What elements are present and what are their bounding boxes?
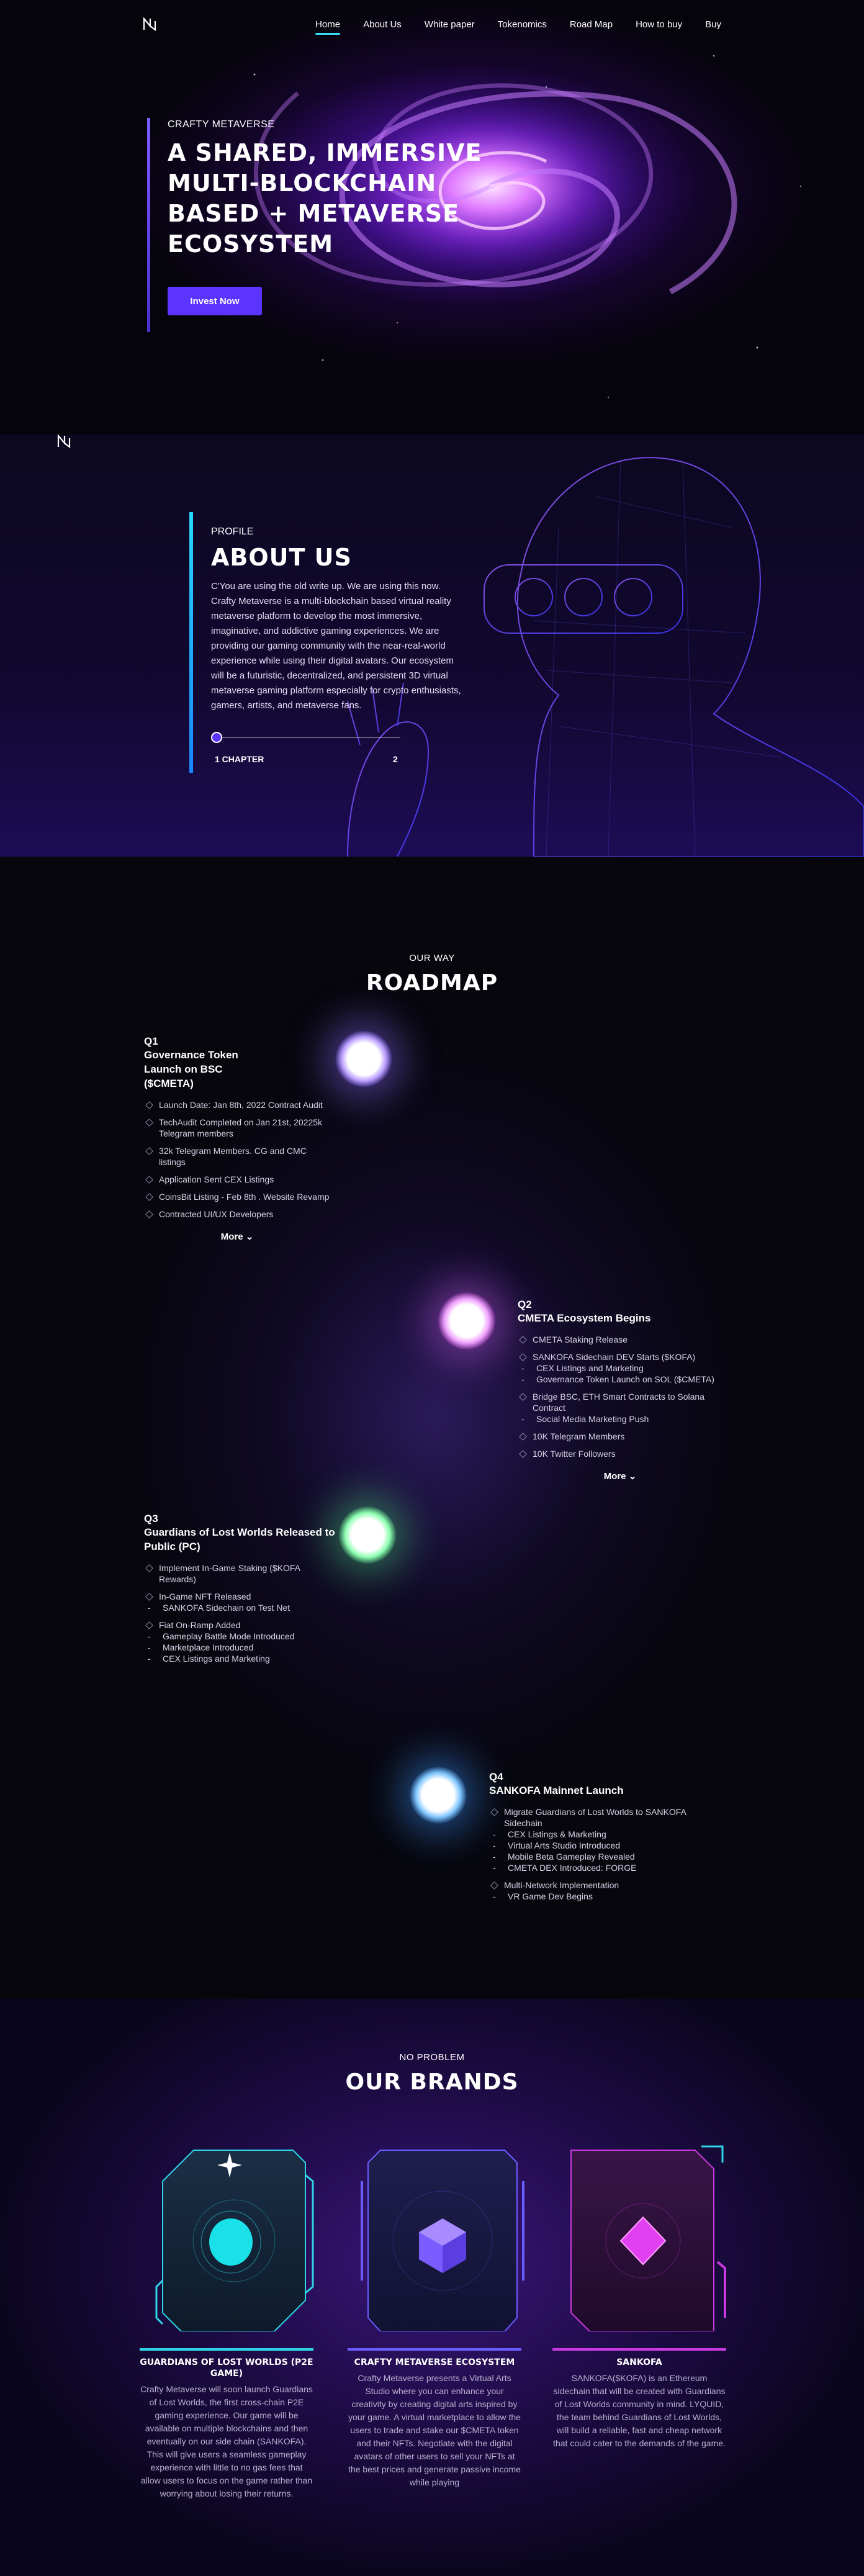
q1-item: Launch Date: Jan 8th, 2022 Contract Audi… <box>144 1099 330 1110</box>
hero-section: CRAFTY METAVERSE A SHARED, IMMERSIVE MUL… <box>0 0 864 435</box>
q4-name: Q4 <box>489 1771 503 1783</box>
q1-item: Contracted UI/UX Developers <box>144 1209 330 1220</box>
q4-orb <box>410 1767 467 1824</box>
roadmap-title: ROADMAP <box>366 970 498 996</box>
chevron-down-icon: ⌄ <box>245 1232 254 1242</box>
brand-card-crafty[interactable] <box>356 2138 541 2331</box>
about-kicker: PROFILE <box>211 526 254 537</box>
q1-more-label: More <box>220 1232 243 1242</box>
q2-item: 10K Twitter Followers <box>518 1448 722 1459</box>
brand-guardians-text: Crafty Metaverse will soon launch Guardi… <box>140 2384 313 2498</box>
nav-how-to-buy[interactable]: How to buy <box>636 19 682 30</box>
nav-tokenomics[interactable]: Tokenomics <box>498 19 547 30</box>
q3-orb <box>339 1506 396 1564</box>
q4-subitem: CEX Listings & Marketing <box>489 1829 706 1840</box>
logo-icon[interactable] <box>143 17 156 31</box>
invest-now-button[interactable]: Invest Now <box>168 287 262 315</box>
q1-subtitle: Governance Token Launch on BSC ($CMETA) <box>144 1049 238 1089</box>
q4-item: Multi-Network Implementation <box>489 1880 706 1891</box>
hero-title: A SHARED, IMMERSIVE MULTI-BLOCKCHAIN BAS… <box>168 139 482 258</box>
brand-crafty: CRAFTY METAVERSE ECOSYSTEM Crafty Metave… <box>348 2349 521 2489</box>
nav-buy[interactable]: Buy <box>705 19 721 30</box>
roadmap-kicker: OUR WAY <box>409 953 455 963</box>
q2-subitem: Social Media Marketing Push <box>518 1413 722 1425</box>
brands-section: NO PROBLEM OUR BRANDS GUARDIANS OF LOST … <box>0 1999 864 2576</box>
q3-subitem: SANKOFA Sidechain on Test Net <box>144 1602 336 1613</box>
about-text: C'You are using the old write up. We are… <box>211 581 461 711</box>
q3-item: Fiat On-Ramp Added <box>144 1619 336 1631</box>
q3-name: Q3 <box>144 1513 158 1524</box>
q2-subitem: Governance Token Launch on SOL ($CMETA) <box>518 1374 722 1385</box>
q1-name: Q1 <box>144 1035 158 1047</box>
q1-item: CoinsBit Listing - Feb 8th . Website Rev… <box>144 1191 330 1202</box>
brand-sankofa: SANKOFA SANKOFA($KOFA) is an Ethereum si… <box>552 2349 726 2450</box>
q2-item: SANKOFA Sidechain DEV Starts ($KOFA) <box>518 1351 722 1362</box>
main-menu: Home About Us White paper Tokenomics Roa… <box>315 19 721 35</box>
q4-subitem: Mobile Beta Gameplay Revealed <box>489 1851 706 1862</box>
nav-home[interactable]: Home <box>315 19 341 35</box>
q2-name: Q2 <box>518 1299 532 1310</box>
roadmap-section: OUR WAY ROADMAP Q1 Governance Token Laun… <box>0 857 864 1999</box>
nav-about-us[interactable]: About Us <box>363 19 402 30</box>
q1-item: TechAudit Completed on Jan 21st, 20225k … <box>144 1117 330 1139</box>
nav-white-paper[interactable]: White paper <box>425 19 475 30</box>
chapter-slider-handle[interactable] <box>211 732 222 743</box>
q2-orb <box>438 1292 495 1349</box>
chapter-1-label[interactable]: 1 CHAPTER <box>215 754 264 764</box>
q3-subitem: Gameplay Battle Mode Introduced <box>144 1631 336 1642</box>
q2-item: 10K Telegram Members <box>518 1431 722 1442</box>
q4-subtitle: SANKOFA Mainnet Launch <box>489 1785 624 1796</box>
roadmap-q1: Q1 Governance Token Launch on BSC ($CMET… <box>144 1035 330 1242</box>
q2-item: Bridge BSC, ETH Smart Contracts to Solan… <box>518 1391 722 1413</box>
brand-card-guardians[interactable] <box>150 2138 335 2331</box>
brand-sankofa-name: SANKOFA <box>616 2358 662 2367</box>
about-title: ABOUT US <box>211 544 352 571</box>
q1-more-button[interactable]: More ⌄ <box>144 1231 330 1242</box>
brand-guardians: GUARDIANS OF LOST WORLDS (P2E GAME) Craf… <box>140 2349 313 2500</box>
q2-more-button[interactable]: More ⌄ <box>518 1470 722 1482</box>
q1-orb <box>335 1030 392 1088</box>
top-nav: Home About Us White paper Tokenomics Roa… <box>0 0 864 50</box>
q2-item: CMETA Staking Release <box>518 1334 722 1345</box>
q3-subitem: Marketplace Introduced <box>144 1642 336 1653</box>
hero-kicker: CRAFTY METAVERSE <box>168 119 275 130</box>
q2-more-label: More <box>603 1471 626 1482</box>
roadmap-q3: Q3 Guardians of Lost Worlds Released to … <box>144 1513 336 1664</box>
brand-card-sankofa[interactable] <box>559 2138 744 2331</box>
q3-item: Implement In-Game Staking ($KOFA Rewards… <box>144 1562 336 1585</box>
hero-accent-bar <box>147 118 150 332</box>
q4-subitem: CMETA DEX Introduced: FORGE <box>489 1862 706 1873</box>
about-logo-icon <box>57 435 71 448</box>
q1-item: 32k Telegram Members. CG and CMC listing… <box>144 1145 330 1168</box>
brands-kicker: NO PROBLEM <box>399 2052 465 2063</box>
brand-guardians-name: GUARDIANS OF LOST WORLDS (P2E GAME) <box>140 2358 313 2379</box>
about-section: PROFILE ABOUT US C'You are using the old… <box>0 435 864 857</box>
q3-subitem: CEX Listings and Marketing <box>144 1653 336 1664</box>
brands-title: OUR BRANDS <box>345 2069 519 2095</box>
brand-crafty-name: CRAFTY METAVERSE ECOSYSTEM <box>354 2358 515 2367</box>
brand-sankofa-text: SANKOFA($KOFA) is an Ethereum sidechain … <box>553 2373 726 2448</box>
q2-subitem: CEX Listings and Marketing <box>518 1362 722 1374</box>
q1-item: Application Sent CEX Listings <box>144 1174 330 1185</box>
brand-crafty-text: Crafty Metaverse presents a Virtual Arts… <box>348 2373 521 2487</box>
about-accent-bar <box>189 512 193 773</box>
chapter-2-label[interactable]: 2 <box>393 754 398 764</box>
q4-subitem: Virtual Arts Studio Introduced <box>489 1840 706 1851</box>
roadmap-q4: Q4 SANKOFA Mainnet Launch Migrate Guardi… <box>489 1771 706 1902</box>
chevron-down-icon: ⌄ <box>628 1471 637 1482</box>
chapter-slider-track[interactable] <box>214 737 400 738</box>
q3-subtitle: Guardians of Lost Worlds Released to Pub… <box>144 1526 335 1552</box>
q3-item: In-Game NFT Released <box>144 1591 336 1602</box>
q2-subtitle: CMETA Ecosystem Begins <box>518 1312 651 1324</box>
q4-item: Migrate Guardians of Lost Worlds to SANK… <box>489 1806 706 1829</box>
nav-road-map[interactable]: Road Map <box>570 19 613 30</box>
q4-subitem: VR Game Dev Begins <box>489 1891 706 1902</box>
roadmap-q2: Q2 CMETA Ecosystem Begins CMETA Staking … <box>518 1299 722 1482</box>
